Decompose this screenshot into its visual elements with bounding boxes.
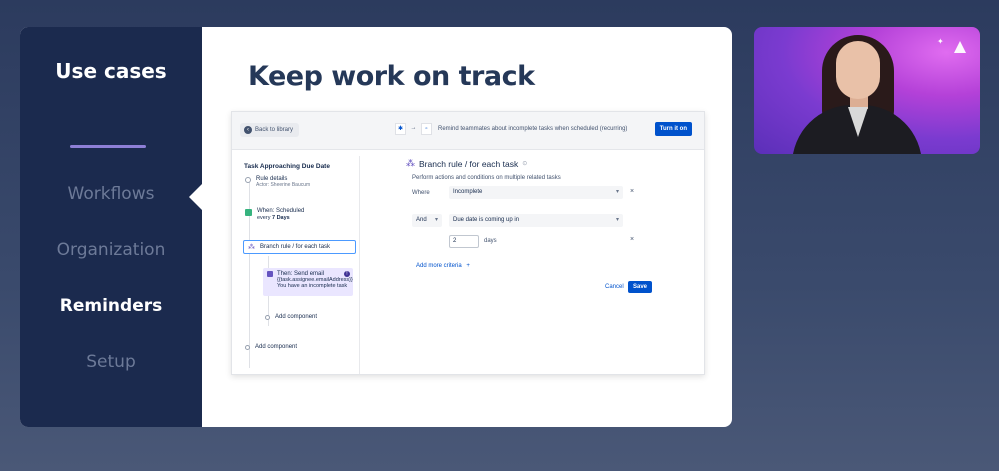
where-select[interactable]: Incomplete ▾ (449, 186, 623, 199)
branch-label: Branch rule / for each task (260, 244, 331, 250)
slide-nav: Use cases Workflows Organization Reminde… (20, 27, 203, 427)
nav-item-organization: Organization (56, 240, 166, 260)
rule-steps-panel: Task Approaching Due Date Rule details A… (240, 156, 360, 374)
branch-rule-step[interactable]: ⁂ Branch rule / for each task (243, 240, 356, 254)
where-label: Where (412, 190, 430, 196)
add-more-criteria-link[interactable]: Add more criteria + (416, 263, 470, 269)
add-component-outer[interactable]: Add component (245, 344, 297, 350)
turn-it-on-button[interactable]: Turn it on (654, 122, 692, 136)
rule-title: Task Approaching Due Date (244, 163, 330, 170)
condition-select[interactable]: Due date is coming up in ▾ (449, 214, 623, 227)
add-component-inner-label: Add component (275, 314, 318, 320)
remove-where-icon[interactable]: × (630, 188, 634, 195)
presentation-slide: Use cases Workflows Organization Reminde… (20, 27, 732, 427)
section-underline (70, 145, 146, 148)
and-select[interactable]: And ▾ (412, 214, 442, 227)
sparkle-icon: ✦ (937, 37, 944, 46)
step-dot-icon (245, 177, 251, 183)
chevron-down-icon: ▾ (615, 189, 619, 195)
slide-content: Keep work on track ‹ Back to library ✱ →… (202, 27, 732, 427)
action-icon: ▫ (421, 123, 432, 135)
add-criteria-label: Add more criteria (416, 263, 462, 269)
and-label: And (416, 217, 427, 223)
where-value: Incomplete (453, 189, 483, 195)
flow-icons: ✱ → ▫ (395, 123, 432, 135)
rule-topbar: ‹ Back to library ✱ → ▫ Remind teammates… (232, 112, 704, 150)
rule-description: Remind teammates about incomplete tasks … (438, 126, 628, 132)
section-title: Use cases (55, 59, 167, 83)
when-scheduled-step[interactable]: When: Scheduled every 7 Days (245, 208, 304, 221)
condition-value: Due date is coming up in (453, 217, 520, 223)
presenter-webcam: ✦ (754, 27, 980, 154)
calendar-icon (245, 209, 252, 216)
branch-icon: ⁂ (406, 158, 415, 168)
atlassian-logo-icon (954, 41, 966, 53)
panel-description: Perform actions and conditions on multip… (412, 175, 561, 181)
panel-title-row: ⁂ Branch rule / for each task ⊙ (406, 158, 527, 169)
add-component-outer-label: Add component (255, 344, 298, 350)
automation-screenshot: ‹ Back to library ✱ → ▫ Remind teammates… (231, 111, 705, 375)
when-label: When: Scheduled (257, 208, 305, 214)
branch-icon: ⁂ (248, 244, 255, 251)
steps-connector (249, 178, 250, 368)
nav-item-setup: Setup (86, 352, 136, 372)
email-icon (267, 271, 273, 277)
add-dot-icon (265, 315, 270, 320)
cancel-button[interactable]: Cancel (605, 284, 624, 290)
add-component-inner[interactable]: Add component (265, 314, 317, 320)
add-dot-icon (245, 345, 250, 350)
nav-item-workflows: Workflows (67, 184, 155, 204)
send-email-step[interactable]: Then: Send email {{task.assignee.emailAd… (263, 268, 353, 296)
when-sub: every 7 Days (257, 215, 304, 221)
chevron-down-icon: ▾ (434, 217, 438, 223)
days-input[interactable]: 2 (449, 235, 479, 248)
presenter-face (836, 41, 880, 99)
send-email-subject: You have an incomplete task (277, 283, 348, 289)
back-to-library-button[interactable]: ‹ Back to library (240, 123, 300, 137)
arrow-right-icon: → (410, 125, 417, 131)
help-icon: ⊙ (522, 161, 528, 167)
chevron-down-icon: ▾ (615, 217, 619, 223)
days-unit: days (484, 238, 497, 244)
when-sub-value: 7 Days (271, 215, 290, 221)
when-sub-prefix: every (257, 215, 272, 221)
arrow-left-icon: ‹ (244, 126, 252, 134)
info-icon: ! (344, 271, 350, 277)
trigger-icon: ✱ (395, 123, 406, 135)
nav-item-reminders: Reminders (59, 296, 163, 316)
back-label: Back to library (255, 127, 294, 133)
rule-actor: Actor: Sheerine Baucum (256, 182, 311, 188)
rule-details-step[interactable]: Rule details Actor: Sheerine Baucum (245, 176, 310, 188)
panel-title: Branch rule / for each task (419, 158, 519, 169)
plus-icon: + (466, 263, 470, 269)
nav-pointer (189, 183, 203, 211)
save-button[interactable]: Save (628, 281, 653, 293)
remove-condition-icon[interactable]: × (630, 236, 634, 243)
slide-title: Keep work on track (248, 61, 535, 92)
